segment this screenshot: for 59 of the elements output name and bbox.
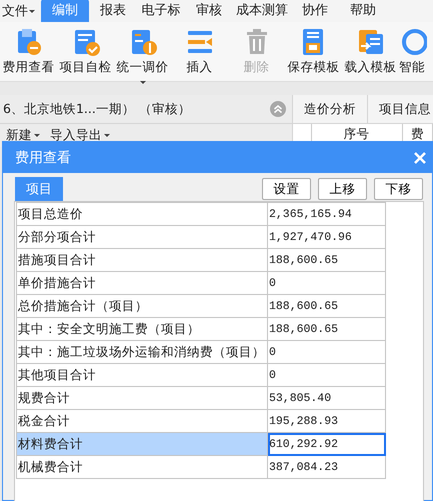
dropdown-button[interactable]: 导入导出 — [50, 127, 110, 144]
load-template-icon — [356, 28, 384, 56]
table-cell: 其中：施工垃圾场外运输和消纳费（项目） — [16, 340, 268, 364]
table-cell: 610,292.92 — [268, 432, 386, 456]
table-row[interactable]: 规费合计 53,805.40 — [16, 386, 386, 410]
table-row[interactable]: 材料费合计 610,292.92 — [16, 432, 386, 456]
toolbar-button[interactable]: 智能 — [399, 28, 433, 76]
file-menu[interactable]: 文件 — [2, 2, 41, 22]
table-cell: 0 — [268, 340, 386, 364]
table-cell: 188,600.65 — [268, 248, 386, 272]
table-cell: 规费合计 — [16, 386, 268, 410]
toolbar-button[interactable]: 项目自检 — [57, 28, 114, 76]
dropdown-button[interactable]: 新建 — [6, 127, 40, 144]
table-row[interactable]: 措施项目合计 188,600.65 — [16, 248, 386, 272]
table-cell: 项目总造价 — [16, 202, 268, 226]
table-cell: 387,084.23 — [268, 456, 386, 478]
insert-rows-icon — [186, 28, 214, 56]
table-cell: 2,365,165.94 — [268, 202, 386, 226]
menu-tab[interactable]: 审核 — [185, 0, 233, 22]
toolbar-button[interactable]: 载入模板 — [342, 28, 399, 76]
project-title: 6、北京地铁1...一期） （审核） — [3, 100, 191, 118]
menu-tab[interactable]: 电子标 — [137, 0, 185, 22]
table-cell: 0 — [268, 364, 386, 386]
collapse-icon[interactable] — [270, 101, 286, 117]
table-cell: 195,288.93 — [268, 410, 386, 432]
table-row[interactable]: 分部分项合计 1,927,470.96 — [16, 226, 386, 248]
table-cell: 188,600.65 — [268, 318, 386, 340]
menu-tab[interactable]: 报表 — [89, 0, 137, 22]
close-icon[interactable] — [414, 152, 426, 164]
dialog-button[interactable]: 上移 — [318, 178, 367, 200]
table-cell: 材料费合计 — [16, 432, 268, 456]
table-row[interactable]: 项目总造价 2,365,165.94 — [16, 202, 386, 226]
table-row[interactable]: 机械费合计 387,084.23 — [16, 456, 386, 478]
table-row[interactable]: 其他项目合计 0 — [16, 364, 386, 386]
menu-tab[interactable]: 成本测算 — [233, 0, 291, 22]
dialog-button[interactable]: 下移 — [374, 178, 423, 200]
dialog-button[interactable]: 设置 — [262, 178, 311, 200]
table-cell: 188,600.65 — [268, 294, 386, 318]
table-cell: 1,927,470.96 — [268, 226, 386, 248]
table-cell: 分部分项合计 — [16, 226, 268, 248]
table-cell: 单价措施合计 — [16, 272, 268, 294]
toolbar-button[interactable]: 统一调价 — [114, 28, 171, 76]
menu-tab[interactable]: 协作 — [291, 0, 339, 22]
table-row[interactable]: 总价措施合计（项目） 188,600.65 — [16, 294, 386, 318]
table-cell: 总价措施合计（项目） — [16, 294, 268, 318]
table-cell: 其他项目合计 — [16, 364, 268, 386]
toolbar-button[interactable]: 费用查看 — [0, 28, 57, 76]
table-cell: 措施项目合计 — [16, 248, 268, 272]
table-cell: 53,805.40 — [268, 386, 386, 410]
table-cell: 机械费合计 — [16, 456, 268, 478]
dialog-title: 费用查看 — [15, 148, 71, 166]
menu-tab[interactable]: 帮助 — [339, 0, 387, 22]
toolbar-button[interactable]: 保存模板 — [285, 28, 342, 76]
table-row[interactable]: 其中：安全文明施工费（项目） 188,600.65 — [16, 318, 386, 340]
table-cell: 其中：安全文明施工费（项目） — [16, 318, 268, 340]
table-cell: 0 — [268, 272, 386, 294]
toolbar-button[interactable]: 插入 — [171, 28, 228, 76]
table-row[interactable]: 单价措施合计 0 — [16, 272, 386, 294]
table-row[interactable]: 其中：施工垃圾场外运输和消纳费（项目） 0 — [16, 340, 386, 364]
